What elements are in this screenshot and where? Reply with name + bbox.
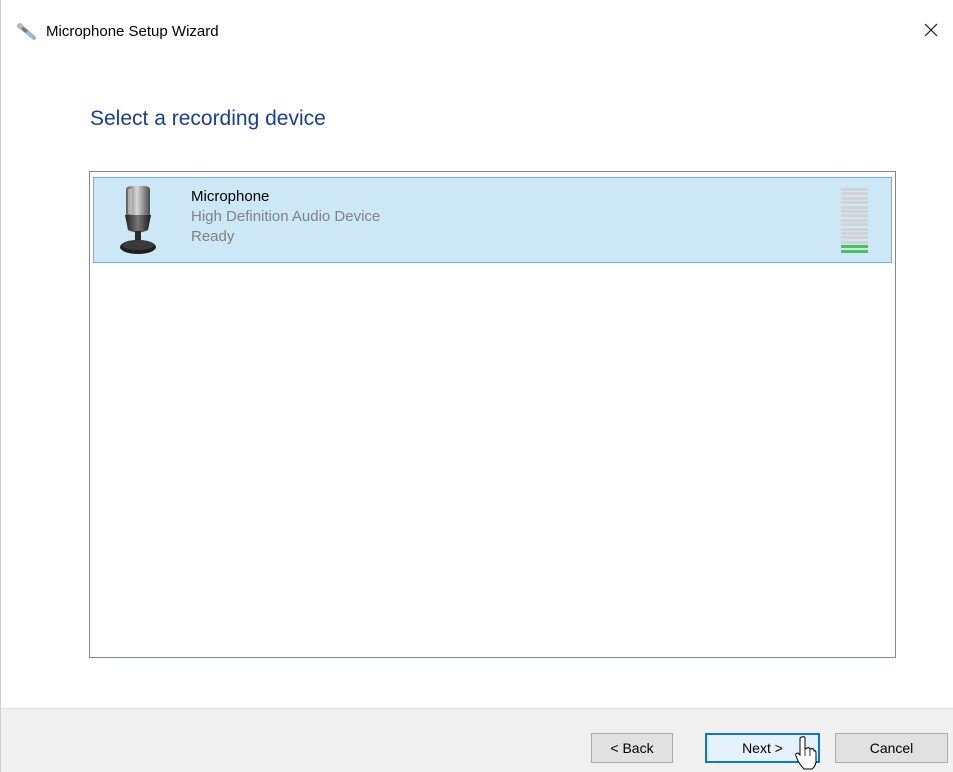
level-meter-segment <box>841 214 868 218</box>
window-title: Microphone Setup Wizard <box>46 23 219 40</box>
audio-level-meter <box>841 188 868 254</box>
level-meter-segment <box>841 196 868 200</box>
next-button[interactable]: Next > <box>705 733 820 763</box>
level-meter-segment <box>841 240 868 244</box>
device-description: High Definition Audio Device <box>191 208 381 225</box>
microphone-icon <box>116 186 160 256</box>
title-bar[interactable]: Microphone Setup Wizard <box>1 0 953 62</box>
level-meter-segment <box>841 188 868 191</box>
microphone-setup-wizard-window: Microphone Setup Wizard Select a recordi… <box>0 0 953 772</box>
close-icon <box>924 23 938 42</box>
level-meter-segment <box>841 227 868 231</box>
close-button[interactable] <box>908 12 953 52</box>
page-title: Select a recording device <box>90 107 326 130</box>
level-meter-segment <box>841 223 868 227</box>
level-meter-segment <box>841 210 868 213</box>
recording-device-list[interactable]: Microphone High Definition Audio Device … <box>89 171 896 658</box>
cancel-button[interactable]: Cancel <box>835 733 948 763</box>
level-meter-segment <box>841 192 868 196</box>
wizard-footer: < Back Next > Cancel <box>1 708 953 772</box>
level-meter-segment <box>841 205 868 209</box>
back-button[interactable]: < Back <box>591 733 673 763</box>
level-meter-segment <box>841 245 868 249</box>
level-meter-segment <box>841 236 868 240</box>
device-list-item-microphone[interactable]: Microphone High Definition Audio Device … <box>93 177 892 263</box>
level-meter-segment <box>841 201 868 205</box>
device-name: Microphone <box>191 188 270 205</box>
level-meter-segment <box>841 218 868 222</box>
level-meter-segment <box>841 232 868 235</box>
level-meter-segment <box>841 249 868 253</box>
device-status: Ready <box>191 228 235 245</box>
microphone-wand-icon <box>16 22 38 42</box>
